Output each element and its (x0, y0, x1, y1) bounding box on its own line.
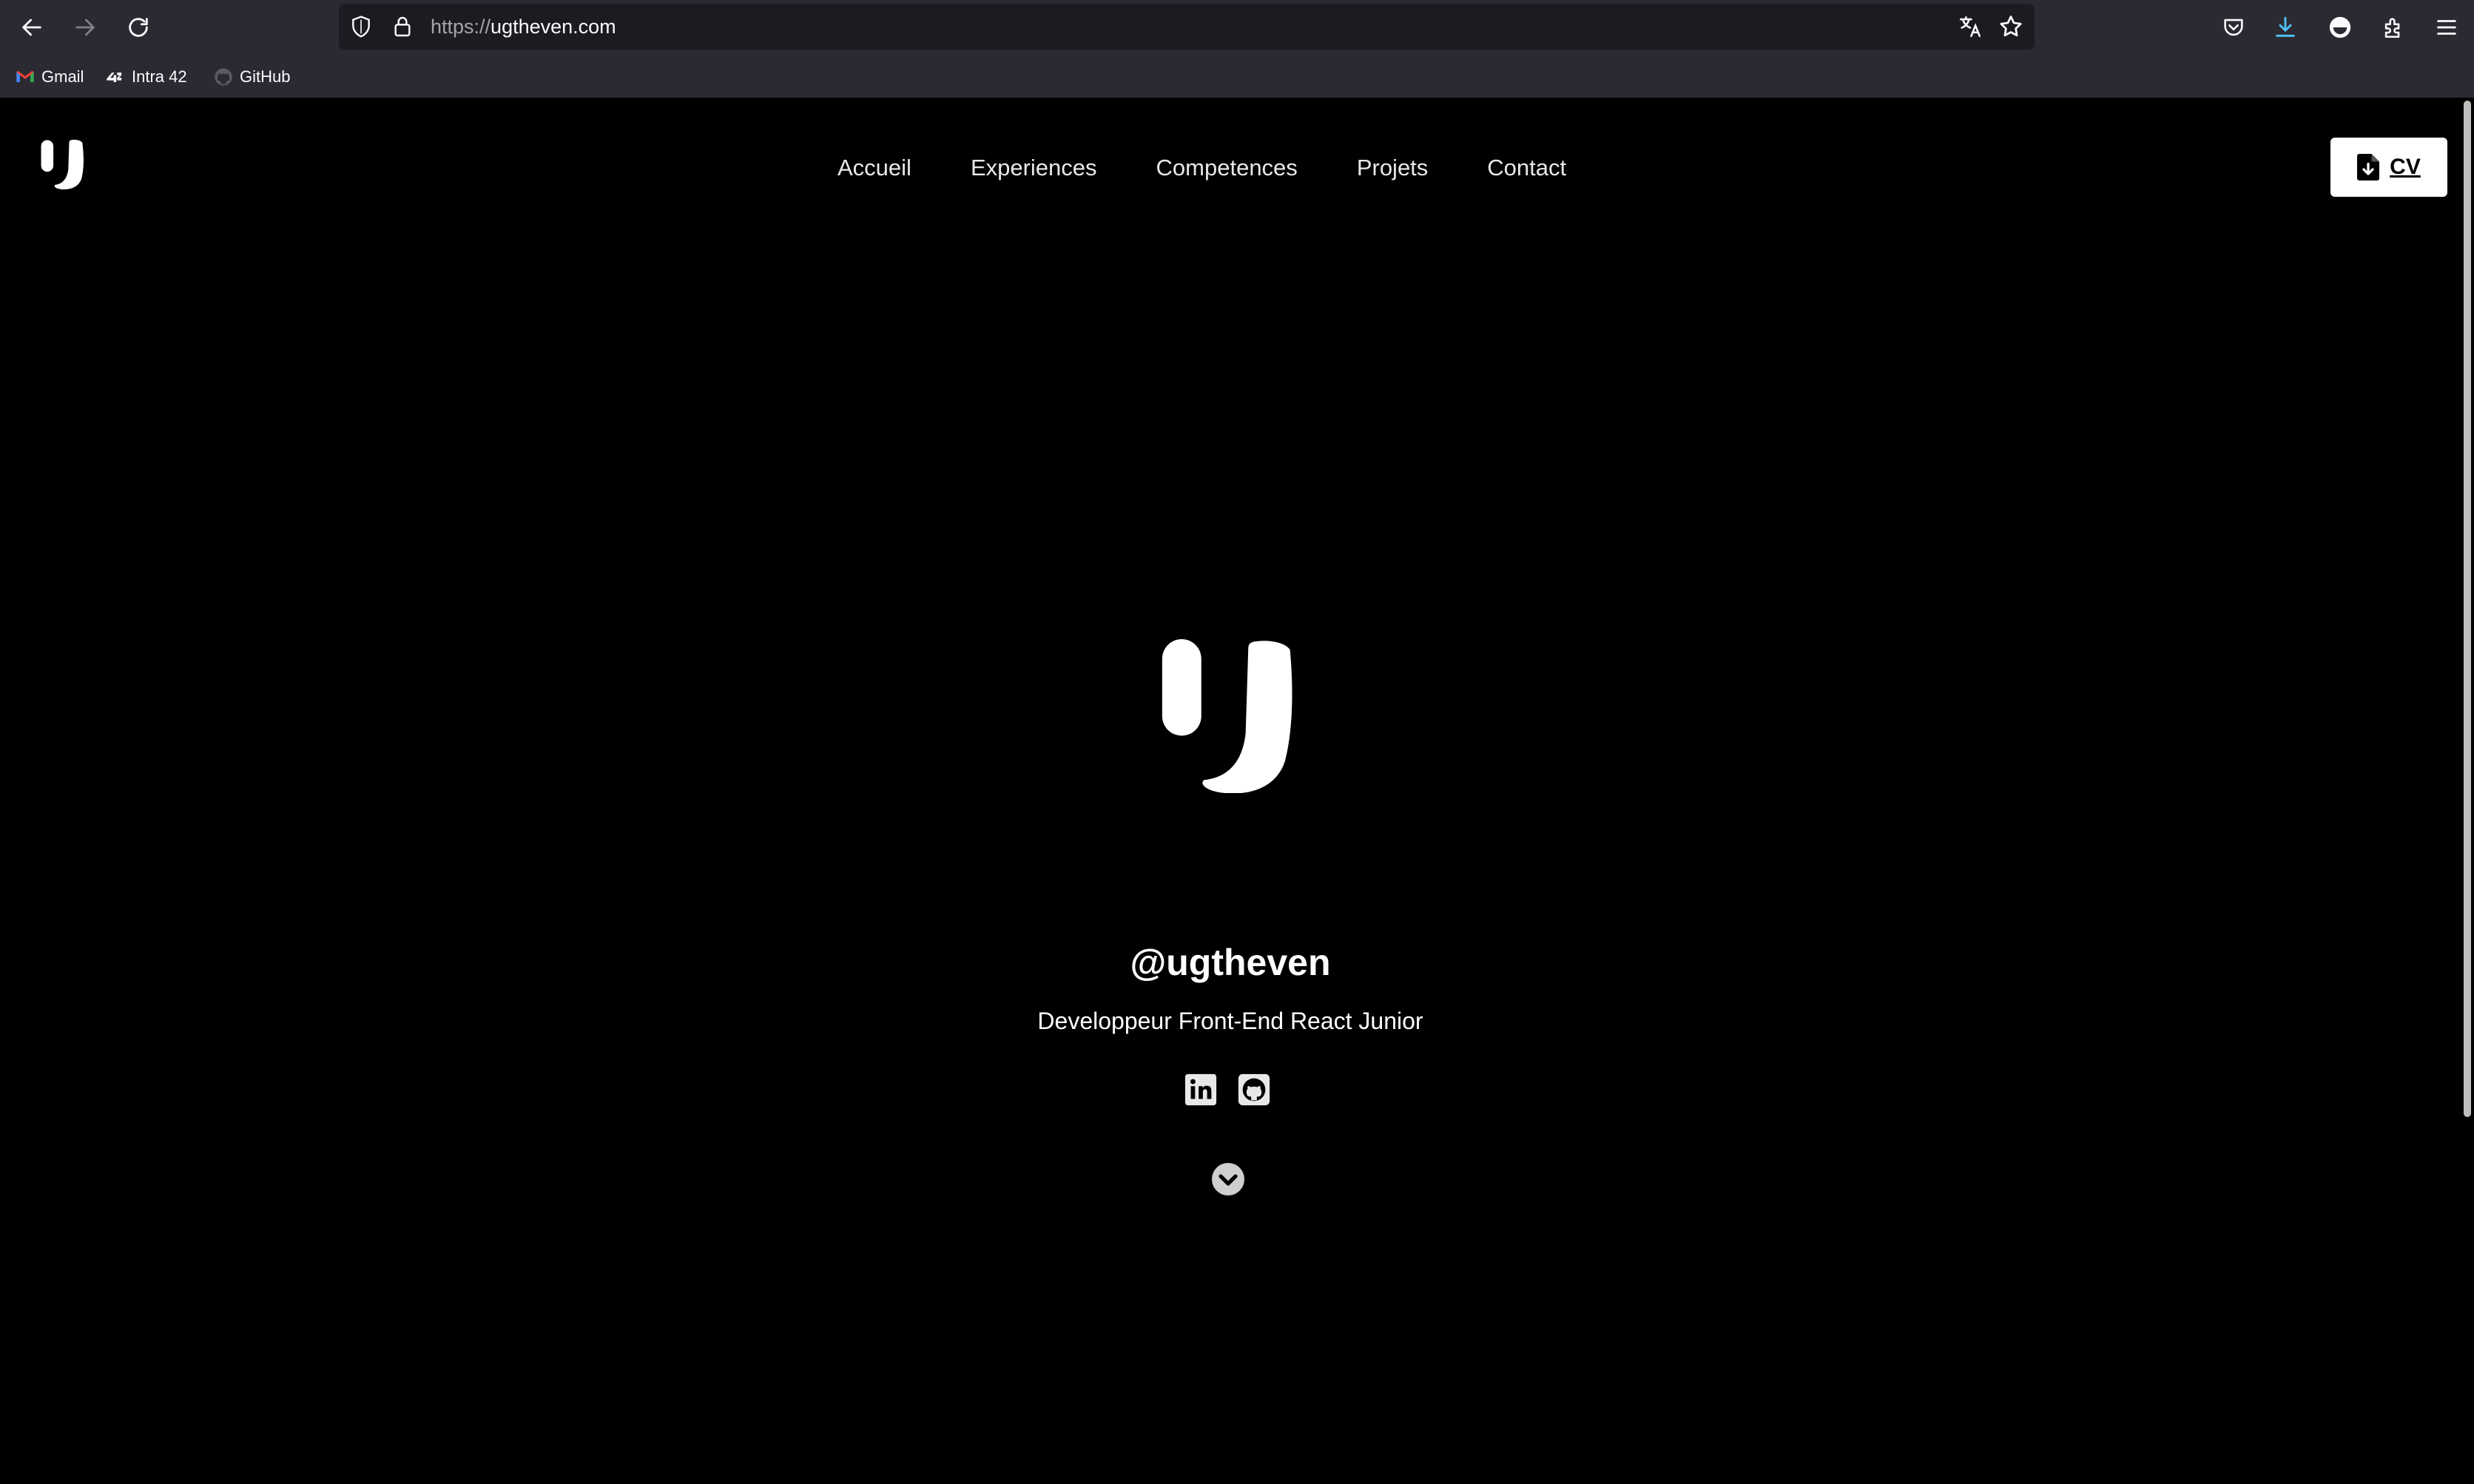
nav-link-contact[interactable]: Contact (1487, 149, 1566, 186)
nav-link-experiences[interactable]: Experiences (971, 149, 1097, 186)
bookmark-label: Gmail (41, 67, 84, 86)
url-text[interactable]: https://ugtheven.com (431, 4, 616, 50)
nav-link-projets[interactable]: Projets (1357, 149, 1428, 186)
lock-icon[interactable] (391, 15, 414, 38)
file-download-icon (2357, 154, 2380, 181)
bookmark-gmail[interactable]: Gmail (15, 62, 84, 92)
bookmark-intra-42[interactable]: Intra 42 (105, 62, 187, 92)
linkedin-icon (1184, 1073, 1217, 1106)
github-link[interactable] (1237, 1073, 1271, 1107)
forward-arrow-icon[interactable] (67, 9, 104, 46)
site-logo[interactable] (40, 138, 84, 190)
cv-button-label: CV (2390, 155, 2421, 179)
back-arrow-icon[interactable] (13, 9, 50, 46)
main-navigation: Accueil Experiences Competences Projets … (837, 149, 1566, 186)
browser-chrome: https://ugtheven.com Gmail Intra 42 GitH… (0, 0, 2474, 98)
page-scrollbar[interactable] (2461, 98, 2474, 1484)
bookmarks-toolbar: Gmail Intra 42 GitHub (0, 62, 2474, 92)
url-scheme: https:// (431, 16, 491, 38)
tracking-shield-icon[interactable] (349, 15, 373, 38)
scrollbar-thumb[interactable] (2464, 101, 2471, 1117)
nav-link-accueil[interactable]: Accueil (837, 149, 911, 186)
url-host: ugtheven.com (491, 16, 616, 38)
hero-subtitle: Developpeur Front-End React Junior (1037, 1008, 1423, 1034)
reload-icon[interactable] (120, 9, 157, 46)
nav-link-competences[interactable]: Competences (1156, 149, 1298, 186)
hamburger-menu-icon[interactable] (2430, 10, 2464, 44)
logo-icon (41, 139, 84, 189)
linkedin-link[interactable] (1184, 1073, 1218, 1107)
logo-icon (1162, 639, 1292, 794)
gmail-icon (16, 70, 34, 82)
github-icon (215, 68, 232, 86)
browser-toolbar: https://ugtheven.com (0, 0, 2474, 55)
bookmark-label: GitHub (240, 67, 291, 86)
web-page: Accueil Experiences Competences Projets … (0, 98, 2461, 1484)
hero-logo (1162, 639, 1293, 794)
42-icon (107, 72, 122, 82)
url-bar[interactable]: https://ugtheven.com (339, 4, 2035, 50)
chevron-down-circle-icon (1212, 1163, 1244, 1195)
pocket-icon[interactable] (2217, 10, 2251, 44)
scroll-down-button[interactable] (1210, 1161, 1246, 1197)
translate-icon[interactable] (1958, 14, 1983, 39)
download-icon[interactable] (2268, 10, 2302, 44)
bookmark-label: Intra 42 (132, 67, 187, 86)
account-icon[interactable] (2323, 10, 2357, 44)
extensions-icon[interactable] (2376, 10, 2410, 44)
bookmark-github[interactable]: GitHub (213, 62, 290, 92)
social-links (1184, 1073, 1271, 1107)
star-icon[interactable] (1998, 13, 2024, 40)
github-icon (1238, 1073, 1270, 1106)
hero-handle: @ugtheven (1130, 942, 1331, 983)
download-cv-button[interactable]: CV (2330, 138, 2447, 197)
